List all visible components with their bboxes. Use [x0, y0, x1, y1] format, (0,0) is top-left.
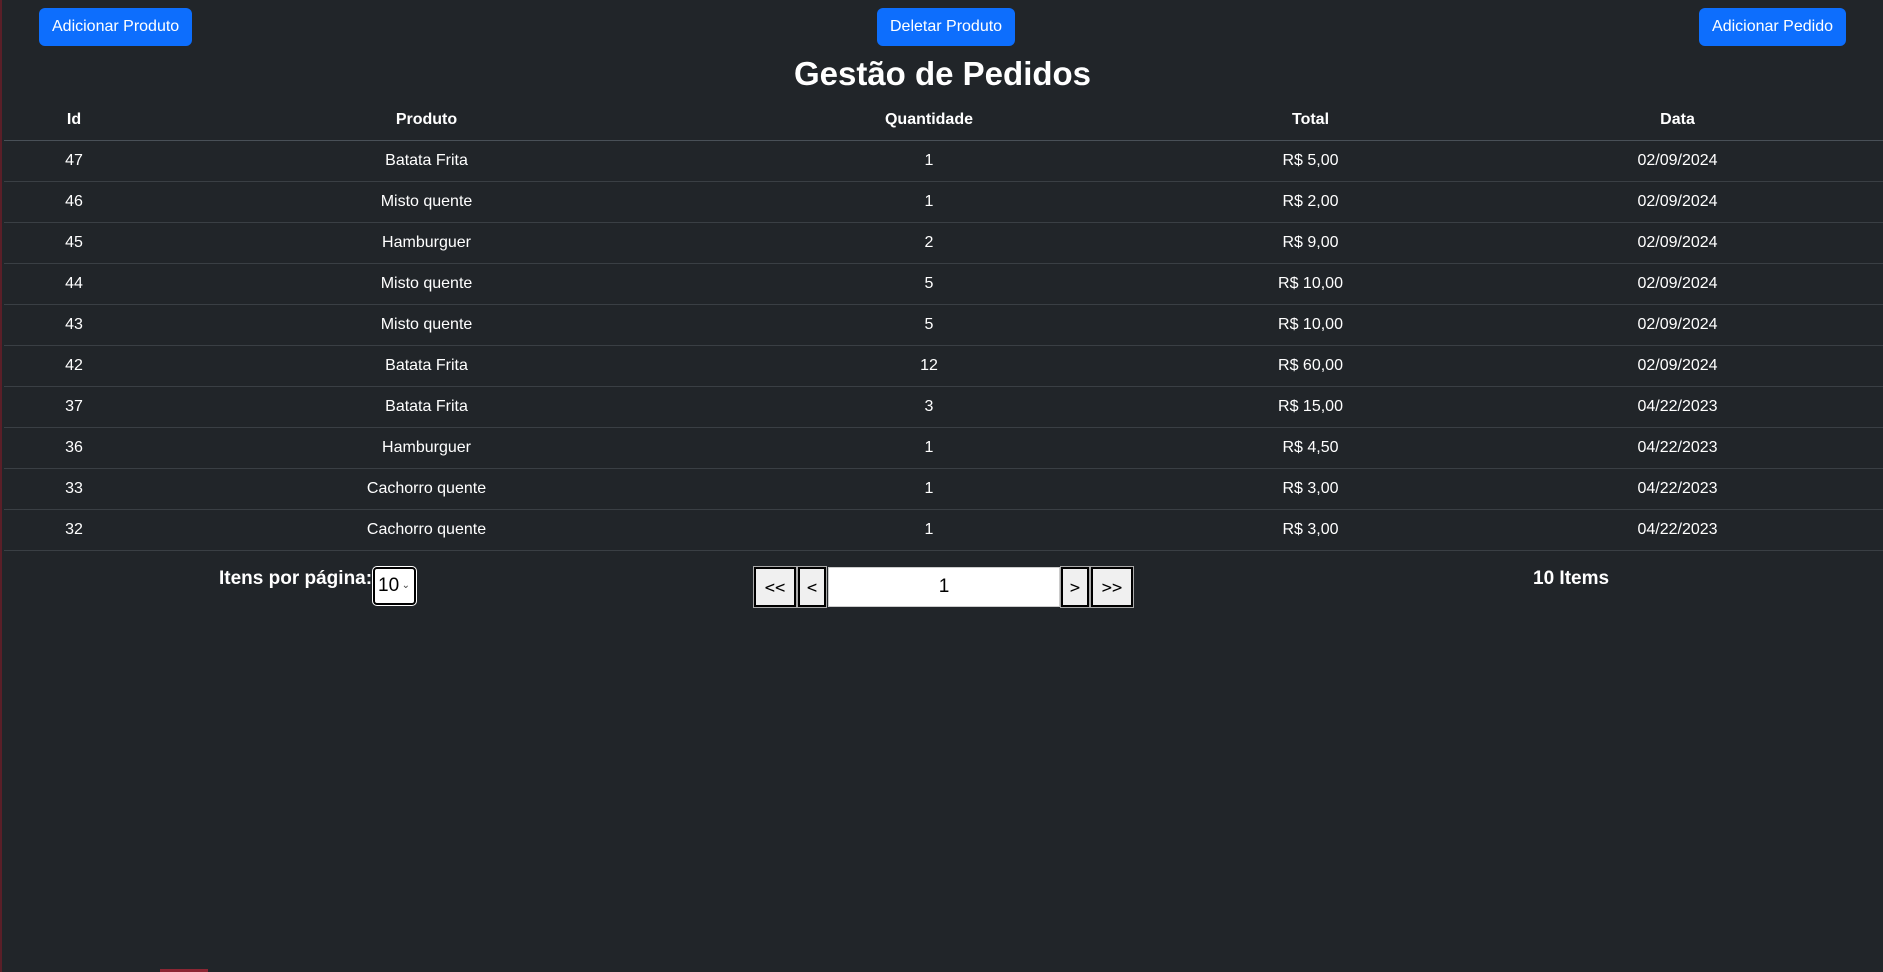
- next-page-button[interactable]: >: [1060, 566, 1090, 608]
- page-title: Gestão de Pedidos: [793, 55, 1092, 92]
- cell-data: 02/09/2024: [1472, 304, 1883, 346]
- cell-produto: Misto quente: [144, 263, 709, 305]
- orders-table: Id Produto Quantidade Total Data 47 Bata…: [4, 100, 1883, 551]
- cell-produto: Misto quente: [144, 181, 709, 223]
- table-row: 32 Cachorro quente 1 R$ 3,00 04/22/2023: [4, 509, 1883, 551]
- cell-total: R$ 3,00: [1149, 468, 1472, 510]
- cell-data: 04/22/2023: [1472, 468, 1883, 510]
- cell-produto: Misto quente: [144, 304, 709, 346]
- cell-produto: Cachorro quente: [144, 509, 709, 551]
- add-product-button[interactable]: Adicionar Produto: [39, 8, 193, 46]
- table-row: 44 Misto quente 5 R$ 10,00 02/09/2024: [4, 263, 1883, 305]
- cell-total: R$ 9,00: [1149, 222, 1472, 264]
- cell-id: 44: [4, 263, 144, 305]
- table-row: 47 Batata Frita 1 R$ 5,00 02/09/2024: [4, 140, 1883, 182]
- cell-quantidade: 5: [709, 263, 1149, 305]
- cell-data: 02/09/2024: [1472, 140, 1883, 182]
- toolbar: Adicionar Produto Deletar Produto Adicio…: [2, 8, 1883, 46]
- items-count: 10 Items: [1533, 568, 1610, 589]
- cell-total: R$ 60,00: [1149, 345, 1472, 387]
- table-row: 36 Hamburguer 1 R$ 4,50 04/22/2023: [4, 427, 1883, 469]
- cell-produto: Batata Frita: [144, 386, 709, 428]
- cell-data: 04/22/2023: [1472, 509, 1883, 551]
- cell-total: R$ 5,00: [1149, 140, 1472, 182]
- table-row: 33 Cachorro quente 1 R$ 3,00 04/22/2023: [4, 468, 1883, 510]
- cell-data: 02/09/2024: [1472, 181, 1883, 223]
- table-row: 42 Batata Frita 12 R$ 60,00 02/09/2024: [4, 345, 1883, 387]
- cell-total: R$ 10,00: [1149, 263, 1472, 305]
- cell-quantidade: 1: [709, 181, 1149, 223]
- cell-id: 36: [4, 427, 144, 469]
- chevron-down-icon: ⌄: [401, 580, 410, 591]
- items-per-page-select[interactable]: 10 ⌄: [372, 566, 417, 606]
- table-row: 37 Batata Frita 3 R$ 15,00 04/22/2023: [4, 386, 1883, 428]
- cell-quantidade: 1: [709, 468, 1149, 510]
- cell-total: R$ 15,00: [1149, 386, 1472, 428]
- pagination-bar: Itens por página: 10 ⌄ << < 1 > >> 10 It…: [2, 565, 1883, 608]
- first-page-button[interactable]: <<: [753, 566, 797, 608]
- items-per-page-label: Itens por página:: [219, 568, 373, 589]
- items-per-page-value: 10: [378, 575, 400, 596]
- cell-quantidade: 5: [709, 304, 1149, 346]
- cell-data: 02/09/2024: [1472, 263, 1883, 305]
- cell-total: R$ 10,00: [1149, 304, 1472, 346]
- cell-quantidade: 3: [709, 386, 1149, 428]
- delete-product-button[interactable]: Deletar Produto: [877, 8, 1016, 46]
- cell-produto: Batata Frita: [144, 140, 709, 182]
- cell-id: 42: [4, 345, 144, 387]
- cell-quantidade: 12: [709, 345, 1149, 387]
- cell-quantidade: 2: [709, 222, 1149, 264]
- cell-quantidade: 1: [709, 140, 1149, 182]
- cell-total: R$ 4,50: [1149, 427, 1472, 469]
- cell-data: 02/09/2024: [1472, 345, 1883, 387]
- table-row: 43 Misto quente 5 R$ 10,00 02/09/2024: [4, 304, 1883, 346]
- cell-quantidade: 1: [709, 427, 1149, 469]
- cell-produto: Hamburguer: [144, 427, 709, 469]
- add-order-button[interactable]: Adicionar Pedido: [1699, 8, 1846, 46]
- header-data: Data: [1472, 100, 1883, 141]
- cell-id: 32: [4, 509, 144, 551]
- previous-page-button[interactable]: <: [797, 566, 827, 608]
- page-number-input[interactable]: 1: [828, 567, 1060, 607]
- cell-produto: Hamburguer: [144, 222, 709, 264]
- cell-produto: Batata Frita: [144, 345, 709, 387]
- header-quantidade: Quantidade: [709, 100, 1149, 141]
- table-row: 45 Hamburguer 2 R$ 9,00 02/09/2024: [4, 222, 1883, 264]
- table-header-row: Id Produto Quantidade Total Data: [4, 100, 1883, 141]
- cell-id: 47: [4, 140, 144, 182]
- cell-total: R$ 3,00: [1149, 509, 1472, 551]
- cell-data: 04/22/2023: [1472, 386, 1883, 428]
- table-row: 46 Misto quente 1 R$ 2,00 02/09/2024: [4, 181, 1883, 223]
- cell-id: 37: [4, 386, 144, 428]
- last-page-button[interactable]: >>: [1090, 566, 1134, 608]
- cell-id: 43: [4, 304, 144, 346]
- header-total: Total: [1149, 100, 1472, 141]
- header-produto: Produto: [144, 100, 709, 141]
- cell-produto: Cachorro quente: [144, 468, 709, 510]
- cell-quantidade: 1: [709, 509, 1149, 551]
- cell-data: 04/22/2023: [1472, 427, 1883, 469]
- cell-id: 33: [4, 468, 144, 510]
- cell-id: 46: [4, 181, 144, 223]
- cell-data: 02/09/2024: [1472, 222, 1883, 264]
- cell-id: 45: [4, 222, 144, 264]
- header-id: Id: [4, 100, 144, 141]
- cell-total: R$ 2,00: [1149, 181, 1472, 223]
